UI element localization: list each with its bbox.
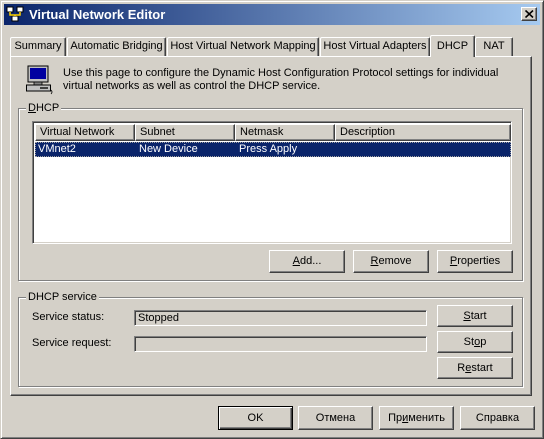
- page-description: Use this page to configure the Dynamic H…: [63, 67, 499, 92]
- tab-summary[interactable]: Summary: [10, 37, 66, 56]
- remove-button[interactable]: Remove: [353, 250, 429, 273]
- virtual-network-list[interactable]: Virtual Network Subnet Netmask Descripti…: [32, 121, 512, 244]
- ok-button[interactable]: OK: [218, 406, 293, 430]
- window-title: Virtual Network Editor: [29, 7, 166, 22]
- cell-netmask: Press Apply: [239, 143, 298, 155]
- close-icon: [525, 10, 534, 18]
- service-request-label: Service request:: [32, 337, 112, 349]
- service-request-field: [134, 336, 427, 352]
- restart-button[interactable]: Restart: [437, 357, 513, 379]
- service-status-label: Service status:: [32, 311, 105, 323]
- tab-nat[interactable]: NAT: [475, 37, 513, 56]
- cell-subnet: New Device: [139, 143, 198, 155]
- column-header-virtual-network[interactable]: Virtual Network: [35, 124, 135, 141]
- dhcp-group-label: DHCP: [26, 102, 62, 114]
- column-header-netmask[interactable]: Netmask: [235, 124, 335, 141]
- tab-automatic-bridging[interactable]: Automatic Bridging: [67, 37, 166, 56]
- column-header-subnet[interactable]: Subnet: [135, 124, 235, 141]
- tab-host-virtual-network-mapping[interactable]: Host Virtual Network Mapping: [167, 37, 319, 56]
- computer-icon: [26, 65, 53, 95]
- dhcp-service-group-label: DHCP service: [26, 291, 99, 303]
- help-button[interactable]: Справка: [460, 406, 535, 430]
- title-bar[interactable]: Virtual Network Editor: [4, 4, 540, 25]
- tab-host-virtual-adapters[interactable]: Host Virtual Adapters: [320, 37, 430, 56]
- apply-button[interactable]: Применить: [379, 406, 454, 430]
- stop-button[interactable]: Stop: [437, 331, 513, 353]
- service-status-field: Stopped: [134, 310, 427, 326]
- cancel-button[interactable]: Отмена: [298, 406, 373, 430]
- network-editor-icon: [6, 6, 24, 22]
- cell-network: VMnet2: [38, 143, 76, 155]
- column-header-description[interactable]: Description: [335, 124, 511, 141]
- properties-button[interactable]: Properties: [437, 250, 513, 273]
- close-button[interactable]: [521, 7, 537, 21]
- tab-dhcp[interactable]: DHCP: [430, 35, 475, 57]
- table-row[interactable]: VMnet2 New Device Press Apply: [35, 142, 511, 157]
- start-button[interactable]: Start: [437, 305, 513, 327]
- add-button[interactable]: Add...: [269, 250, 345, 273]
- virtual-network-editor-window: Virtual Network Editor Summary Automatic…: [0, 0, 544, 439]
- list-header: Virtual Network Subnet Netmask Descripti…: [35, 124, 511, 141]
